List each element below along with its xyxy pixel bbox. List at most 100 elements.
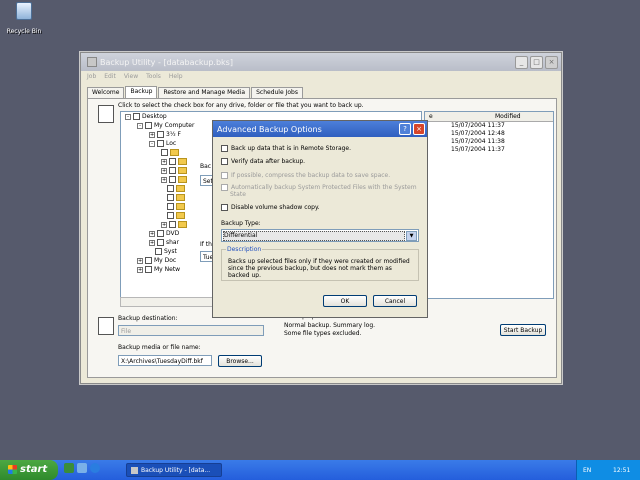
- maximize-button[interactable]: □: [530, 55, 543, 69]
- minimize-button[interactable]: _: [515, 55, 528, 69]
- tab-welcome[interactable]: Welcome: [87, 87, 125, 98]
- menu-view[interactable]: View: [124, 73, 138, 80]
- taskbar-button-backup[interactable]: Backup Utility - [data...: [126, 463, 222, 477]
- description-text: Backs up selected files only if they wer…: [228, 258, 410, 278]
- tab-restore[interactable]: Restore and Manage Media: [158, 87, 251, 98]
- media-file-input[interactable]: X:\Archives\TuesdayDiff.bkf: [118, 355, 212, 366]
- tree-folder[interactable]: [167, 212, 187, 220]
- ok-button[interactable]: OK: [323, 295, 367, 307]
- checkbox[interactable]: [145, 122, 152, 129]
- checkbox[interactable]: [157, 230, 164, 237]
- option-verify-data[interactable]: Verify data after backup.: [221, 158, 305, 165]
- tab-backup[interactable]: Backup: [125, 86, 158, 98]
- checkbox[interactable]: [145, 266, 152, 273]
- tree-item-my-computer[interactable]: - My Computer: [137, 122, 194, 130]
- expand-icon[interactable]: +: [137, 266, 143, 273]
- tree-folder[interactable]: [167, 203, 187, 211]
- checkbox[interactable]: [157, 140, 164, 147]
- checkbox[interactable]: [157, 239, 164, 246]
- checkbox[interactable]: [169, 221, 176, 228]
- expand-icon[interactable]: +: [161, 158, 167, 165]
- checkbox[interactable]: [167, 203, 174, 210]
- checkbox[interactable]: [167, 185, 174, 192]
- list-item[interactable]: 15/07/2004 12:48: [425, 130, 553, 138]
- tree-item-local-disk[interactable]: - Loc: [149, 140, 176, 148]
- menu-help[interactable]: Help: [169, 73, 183, 80]
- tree-item-desktop[interactable]: - Desktop: [125, 113, 167, 121]
- tree-item-my-documents[interactable]: + My Doc: [137, 257, 176, 265]
- window-title-bar[interactable]: Backup Utility - [databackup.bks] _ □ ×: [81, 53, 561, 71]
- checkbox[interactable]: [169, 167, 176, 174]
- expand-icon[interactable]: +: [161, 221, 167, 228]
- checkbox[interactable]: [155, 248, 162, 255]
- tree-folder[interactable]: [161, 149, 181, 157]
- tree-folder[interactable]: +: [161, 176, 189, 184]
- checkbox[interactable]: [221, 158, 228, 165]
- start-button[interactable]: start: [0, 460, 58, 480]
- language-indicator[interactable]: EN: [583, 467, 591, 474]
- expand-icon[interactable]: +: [161, 176, 167, 183]
- description-group: Description Backs up selected files only…: [221, 246, 419, 281]
- quick-launch: [64, 463, 104, 477]
- windows-logo-icon: [8, 464, 17, 474]
- checkbox[interactable]: [133, 113, 140, 120]
- tree-item-share[interactable]: + shar: [149, 239, 179, 247]
- list-item[interactable]: 15/07/2004 11:37: [425, 146, 553, 154]
- tree-folder[interactable]: +: [161, 221, 189, 229]
- expand-icon[interactable]: +: [149, 230, 155, 237]
- browse-button[interactable]: Browse...: [218, 355, 262, 367]
- collapse-icon[interactable]: -: [137, 122, 143, 129]
- expand-icon[interactable]: +: [137, 257, 143, 264]
- chevron-down-icon[interactable]: ▼: [406, 231, 417, 241]
- tree-item-system-state[interactable]: Syst: [155, 248, 177, 256]
- collapse-icon[interactable]: -: [125, 113, 131, 120]
- tree-item-my-network[interactable]: + My Netw: [137, 266, 180, 274]
- menu-edit[interactable]: Edit: [104, 73, 116, 80]
- menu-tools[interactable]: Tools: [146, 73, 161, 80]
- checkbox: [221, 184, 228, 191]
- tree-item-floppy[interactable]: +3½ F: [149, 131, 181, 139]
- dialog-close-button[interactable]: ×: [413, 123, 425, 135]
- cancel-button[interactable]: Cancel: [373, 295, 417, 307]
- start-backup-button[interactable]: Start Backup: [500, 324, 546, 336]
- checkbox[interactable]: [221, 204, 228, 211]
- checkbox[interactable]: [157, 131, 164, 138]
- expand-icon[interactable]: +: [149, 239, 155, 246]
- tree-folder[interactable]: [167, 194, 187, 202]
- clock: 12:51: [613, 467, 631, 474]
- dialog-title: Advanced Backup Options: [217, 124, 322, 134]
- file-list-header: e Modified: [425, 112, 553, 122]
- list-item[interactable]: 15/07/2004 11:37: [425, 122, 553, 130]
- description-legend: Description: [226, 246, 263, 253]
- checkbox[interactable]: [167, 194, 174, 201]
- show-desktop-icon[interactable]: [64, 463, 74, 473]
- tree-folder[interactable]: [167, 185, 187, 193]
- collapse-icon[interactable]: -: [149, 140, 155, 147]
- list-item[interactable]: 15/07/2004 11:38: [425, 138, 553, 146]
- checkbox[interactable]: [169, 176, 176, 183]
- checkbox[interactable]: [169, 158, 176, 165]
- internet-explorer-icon[interactable]: [90, 463, 100, 473]
- checkbox[interactable]: [161, 149, 168, 156]
- recycle-bin-icon[interactable]: Recycle Bin: [4, 2, 44, 36]
- column-name[interactable]: e: [425, 112, 459, 121]
- column-modified[interactable]: Modified: [459, 112, 521, 121]
- checkbox[interactable]: [221, 145, 228, 152]
- media-player-icon[interactable]: [77, 463, 87, 473]
- expand-icon[interactable]: +: [161, 167, 167, 174]
- tree-folder[interactable]: +: [161, 158, 189, 166]
- checkbox[interactable]: [145, 257, 152, 264]
- menu-job[interactable]: Job: [87, 73, 96, 80]
- tree-folder[interactable]: +: [161, 167, 189, 175]
- help-button[interactable]: ?: [399, 123, 411, 135]
- dialog-title-bar[interactable]: Advanced Backup Options ? ×: [213, 121, 427, 137]
- option-remote-storage[interactable]: Back up data that is in Remote Storage.: [221, 145, 351, 152]
- folder-icon: [176, 203, 185, 210]
- close-button[interactable]: ×: [545, 55, 558, 69]
- checkbox[interactable]: [167, 212, 174, 219]
- tree-item-dvd[interactable]: + DVD: [149, 230, 179, 238]
- option-disable-shadow-copy[interactable]: Disable volume shadow copy.: [221, 204, 320, 211]
- backup-type-select[interactable]: Differential ▼: [221, 229, 419, 242]
- expand-icon[interactable]: +: [149, 131, 155, 138]
- tab-schedule[interactable]: Schedule Jobs: [251, 87, 303, 98]
